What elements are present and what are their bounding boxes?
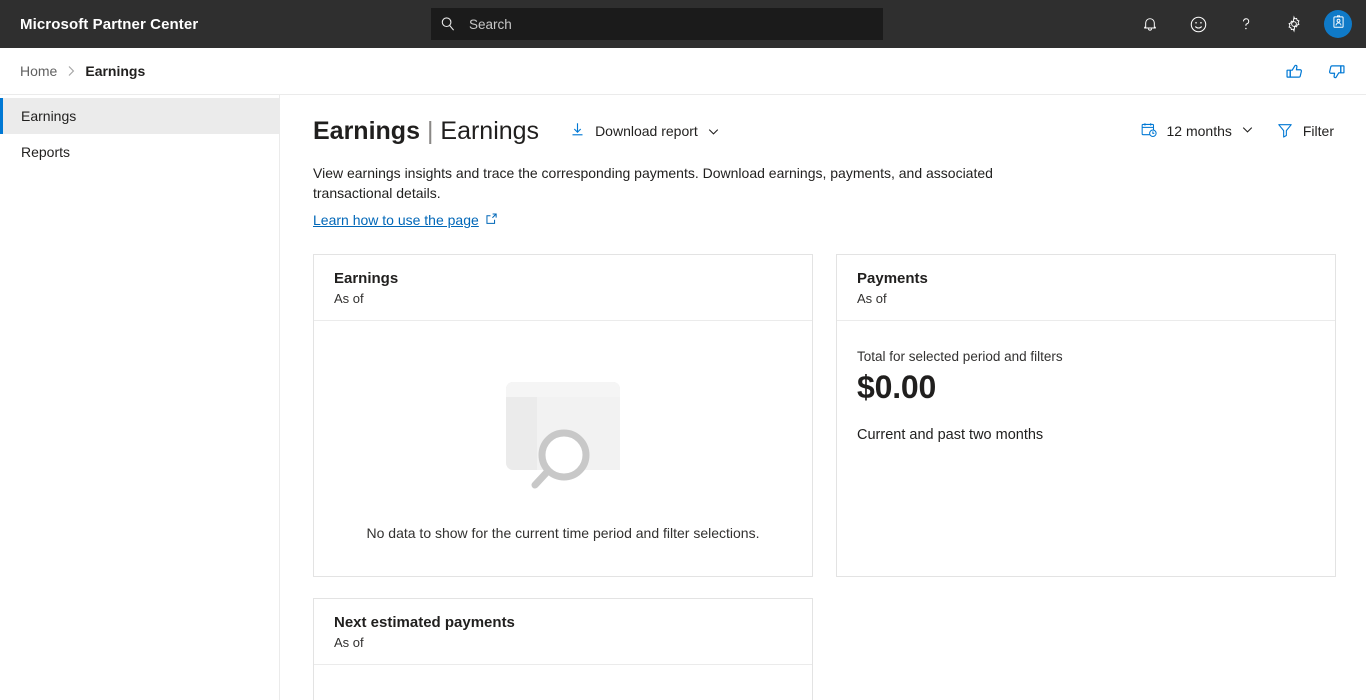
app-brand-title: Microsoft Partner Center — [20, 15, 199, 33]
page-title-actions: 12 months Filter — [1140, 107, 1334, 155]
breadcrumb-home[interactable]: Home — [20, 63, 57, 79]
chevron-down-icon — [1241, 123, 1254, 139]
payments-card-asof: As of — [857, 291, 887, 306]
settings-gear-icon[interactable] — [1270, 0, 1318, 48]
card-row: Earnings As of No data to show for the c… — [313, 254, 1366, 577]
download-report-button[interactable]: Download report — [569, 121, 720, 141]
next-payments-card-asof: As of — [334, 635, 364, 650]
sidebar-item-reports[interactable]: Reports — [0, 134, 279, 170]
help-icon[interactable] — [1222, 0, 1270, 48]
next-payments-card-title: Next estimated payments — [334, 614, 515, 631]
payments-period-note: Current and past two months — [857, 427, 1044, 443]
payments-card-header: Payments As of — [837, 255, 1335, 321]
page-description: View earnings insights and trace the cor… — [313, 165, 993, 201]
header-actions — [1126, 0, 1356, 48]
download-icon — [569, 121, 586, 141]
sidebar-item-earnings[interactable]: Earnings — [0, 98, 279, 134]
learn-how-link[interactable]: Learn how to use the page — [313, 212, 498, 228]
earnings-empty-message: No data to show for the current time per… — [366, 525, 760, 541]
payments-total-label: Total for selected period and filters — [857, 349, 1063, 364]
page-title: Earnings | Earnings — [313, 117, 539, 146]
page-title-separator: | — [426, 116, 434, 145]
earnings-card-header: Earnings As of — [314, 255, 812, 321]
page-feedback — [1278, 48, 1352, 95]
earnings-card-asof: As of — [334, 291, 364, 306]
notifications-icon[interactable] — [1126, 0, 1174, 48]
funnel-icon — [1276, 121, 1294, 142]
payments-total-amount: $0.00 — [857, 369, 937, 405]
earnings-card-title: Earnings — [334, 270, 399, 287]
calendar-clock-icon — [1140, 121, 1158, 142]
breadcrumb-current: Earnings — [85, 63, 146, 79]
next-payments-card-header: Next estimated payments As of — [314, 599, 812, 665]
global-header: Microsoft Partner Center — [0, 0, 1366, 48]
thumbs-up-icon[interactable] — [1278, 56, 1310, 88]
breadcrumb: Home Earnings — [0, 63, 145, 79]
id-badge-icon — [1330, 13, 1347, 35]
account-avatar[interactable] — [1324, 10, 1352, 38]
feedback-smiley-icon[interactable] — [1174, 0, 1222, 48]
page-title-row: Earnings | Earnings Download report 12 m… — [313, 107, 1366, 155]
payments-card-body: Total for selected period and filters $0… — [837, 321, 1335, 463]
sidebar-item-label: Reports — [21, 144, 71, 160]
payments-card: Payments As of Total for selected period… — [836, 254, 1336, 577]
thumbs-down-icon[interactable] — [1320, 56, 1352, 88]
search-input[interactable] — [465, 9, 883, 39]
earnings-card: Earnings As of No data to show for the c… — [313, 254, 813, 577]
learn-how-link-label: Learn how to use the page — [313, 212, 479, 228]
global-search[interactable] — [431, 8, 883, 40]
main-content: Earnings | Earnings Download report 12 m… — [280, 95, 1366, 700]
next-estimated-payments-card: Next estimated payments As of — [313, 598, 813, 700]
page-title-secondary: Earnings — [440, 116, 540, 145]
left-nav: Earnings Reports — [0, 95, 280, 700]
chevron-right-icon — [67, 65, 75, 77]
chevron-down-icon — [707, 125, 720, 138]
earnings-card-body: No data to show for the current time per… — [314, 321, 812, 561]
payments-card-title: Payments — [857, 270, 928, 287]
page-title-primary: Earnings — [313, 116, 420, 145]
page-shell: Earnings Reports Earnings | Earnings Dow… — [0, 95, 1366, 700]
external-link-icon — [485, 212, 498, 228]
filter-label: Filter — [1302, 123, 1334, 139]
no-data-illustration-icon — [490, 370, 636, 497]
download-report-label: Download report — [595, 123, 698, 139]
earnings-empty-state: No data to show for the current time per… — [334, 341, 792, 541]
date-range-picker[interactable]: 12 months — [1140, 121, 1254, 142]
search-icon — [431, 16, 465, 32]
date-range-label: 12 months — [1166, 123, 1232, 139]
breadcrumb-bar: Home Earnings — [0, 48, 1366, 95]
filter-button[interactable]: Filter — [1276, 121, 1334, 142]
sidebar-item-label: Earnings — [21, 108, 77, 124]
